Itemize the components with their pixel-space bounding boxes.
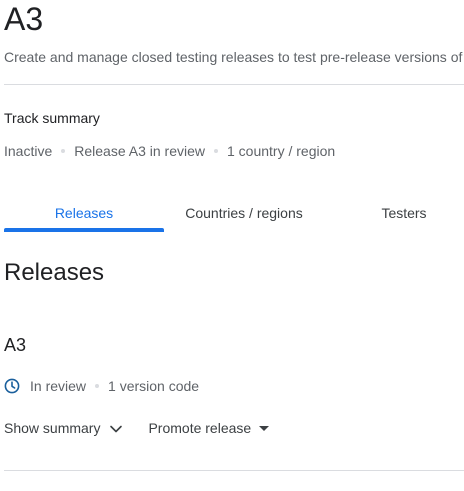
- show-summary-label: Show summary: [4, 420, 101, 436]
- active-tab-indicator: [4, 228, 164, 232]
- release-status-line: In review 1 version code: [4, 377, 199, 395]
- chevron-down-icon: [109, 421, 123, 435]
- track-release: Release A3 in review: [74, 143, 205, 159]
- promote-release-button[interactable]: Promote release: [148, 418, 270, 438]
- track-countries: 1 country / region: [227, 143, 336, 159]
- page-title: A3: [4, 1, 44, 37]
- release-version-codes: 1 version code: [108, 378, 200, 394]
- tab-releases[interactable]: Releases: [4, 196, 164, 231]
- tab-countries-regions[interactable]: Countries / regions: [164, 196, 324, 231]
- releases-heading: Releases: [4, 259, 105, 286]
- separator-dot: [61, 149, 66, 153]
- track-summary-label: Track summary: [4, 110, 100, 126]
- promote-release-label: Promote release: [148, 420, 252, 436]
- show-summary-button[interactable]: Show summary: [4, 418, 123, 438]
- track-summary-line: Inactive Release A3 in review 1 country …: [4, 142, 335, 160]
- release-status: In review: [30, 378, 87, 394]
- separator-dot: [95, 384, 100, 388]
- release-divider: [4, 470, 464, 471]
- release-actions: Show summary Promote release: [4, 418, 270, 438]
- track-status: Inactive: [4, 143, 53, 159]
- release-name: A3: [4, 335, 27, 355]
- dropdown-caret-icon: [259, 426, 270, 431]
- header-divider: [4, 84, 464, 85]
- page-subtitle: Create and manage closed testing release…: [4, 49, 464, 65]
- tab-testers[interactable]: Testers: [324, 196, 464, 231]
- tab-bar: Releases Countries / regions Testers: [4, 196, 464, 233]
- clock-icon: [4, 378, 20, 394]
- separator-dot: [214, 149, 218, 153]
